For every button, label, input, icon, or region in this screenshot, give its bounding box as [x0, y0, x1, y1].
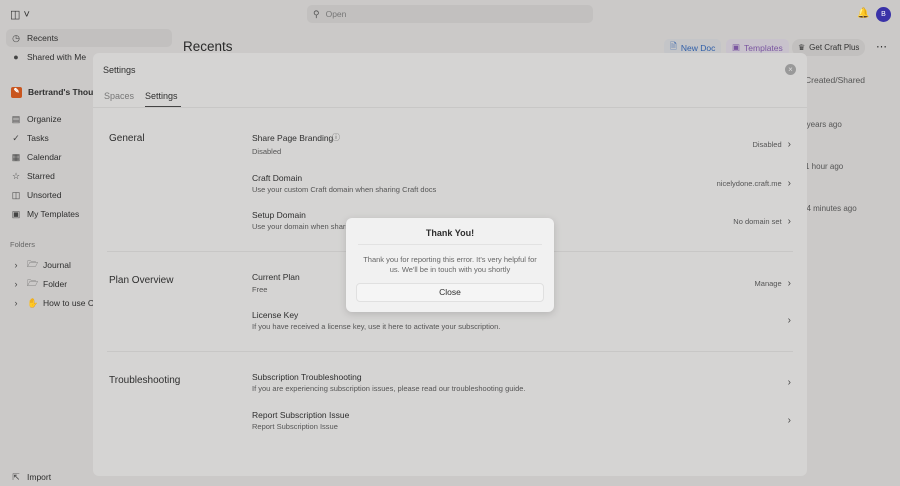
label: Shared with Me: [27, 52, 87, 62]
templates-icon: ▣: [732, 42, 741, 52]
label: Calendar: [27, 152, 62, 162]
check-circle-icon: ✓: [12, 132, 20, 143]
close-icon[interactable]: ×: [785, 64, 796, 75]
chevron-right-icon: ›: [787, 216, 791, 227]
folder-icon: 🗁: [27, 278, 39, 288]
row-title: Share Page Branding: [252, 133, 334, 143]
label: Folder: [43, 279, 68, 289]
row-value[interactable]: nicelydone.craft.me ›: [717, 178, 791, 189]
list-item-time: 34 minutes ago: [802, 204, 857, 213]
dialog-message: Thank you for reporting this error. It's…: [363, 255, 537, 274]
chevron-right-icon: ›: [787, 278, 791, 289]
sidebar-item-recents[interactable]: ◷ Recents: [6, 29, 172, 47]
value: Disabled: [752, 140, 782, 149]
crown-icon: ♛: [798, 43, 806, 52]
folder-icon: 🗁: [27, 259, 39, 269]
import-icon: ⇱: [12, 471, 20, 482]
close-button[interactable]: Close: [356, 283, 544, 302]
manage-button[interactable]: Manage ›: [755, 278, 791, 289]
row-subtitle: Use your custom Craft domain when sharin…: [252, 185, 437, 194]
chevron-right-icon: ›: [787, 415, 791, 426]
search-bar[interactable]: ⚲ Open: [307, 5, 593, 23]
clock-icon: ◷: [12, 32, 20, 43]
chevron-right-icon: ›: [14, 279, 18, 289]
dialog-title: Thank You!: [425, 228, 475, 238]
divider: [358, 244, 542, 245]
label: Starred: [27, 171, 55, 181]
row-subtitle: Disabled: [252, 147, 282, 156]
label: Recents: [27, 33, 59, 43]
tab-settings[interactable]: Settings: [145, 91, 181, 107]
section-general: General: [109, 133, 145, 144]
chevron-right-icon: ›: [787, 377, 791, 388]
notification-bell-icon[interactable]: 🔔: [857, 8, 869, 19]
tab-spaces[interactable]: Spaces: [104, 91, 134, 101]
calendar-icon: ▦: [11, 151, 21, 162]
thank-you-dialog: Thank You! Thank you for reporting this …: [346, 218, 554, 312]
chevron-right-icon: ›: [787, 139, 791, 150]
divider: [107, 351, 793, 352]
row-title: Setup Domain: [252, 210, 306, 220]
label: New Doc: [680, 42, 716, 53]
star-icon: ☆: [11, 170, 21, 181]
label: Import: [27, 472, 52, 482]
label: Get Craft Plus: [809, 43, 860, 52]
chevron-right-icon: ›: [14, 298, 18, 308]
label: Journal: [43, 260, 71, 270]
row-chevron[interactable]: ›: [788, 415, 791, 426]
chevron-right-icon: ›: [787, 178, 791, 189]
row-title: Subscription Troubleshooting: [252, 372, 362, 382]
row-subtitle: If you are experiencing subscription iss…: [252, 384, 526, 393]
template-icon: ▣: [11, 208, 21, 219]
row-subtitle: Report Subscription Issue: [252, 422, 338, 431]
section-plan-overview: Plan Overview: [109, 275, 174, 286]
row-title: Craft Domain: [252, 173, 303, 183]
row-chevron[interactable]: ›: [788, 377, 791, 388]
list-item-time: 1 hour ago: [805, 162, 844, 171]
value: Manage: [754, 279, 782, 288]
label: Tasks: [27, 133, 49, 143]
label: Templates: [744, 42, 783, 53]
search-icon: ⚲: [313, 8, 320, 19]
row-title: License Key: [252, 310, 299, 320]
row-subtitle: If you have received a license key, use …: [252, 322, 501, 331]
help-icon[interactable]: ⓘ: [332, 132, 340, 143]
label: Organize: [27, 114, 62, 124]
section-troubleshooting: Troubleshooting: [109, 375, 181, 386]
space-logo-icon: ✎: [11, 86, 22, 98]
chevron-right-icon: ›: [14, 260, 18, 270]
row-chevron[interactable]: ›: [788, 315, 791, 326]
more-options-icon[interactable]: ⋯: [876, 40, 887, 53]
row-title: Current Plan: [252, 272, 300, 282]
page-title: Recents: [183, 39, 233, 54]
organize-icon: ▤: [11, 113, 21, 124]
row-title: Report Subscription Issue: [252, 410, 350, 420]
value: nicelydone.craft.me: [716, 179, 782, 188]
share-icon: ●: [13, 52, 19, 62]
avatar[interactable]: B: [876, 7, 891, 22]
value: No domain set: [733, 217, 782, 226]
row-value[interactable]: Disabled ›: [752, 139, 791, 150]
label: Unsorted: [27, 190, 62, 200]
folders-heading: Folders: [10, 240, 36, 249]
inbox-icon: ◫: [11, 189, 21, 200]
divider: [93, 107, 807, 108]
sidebar-toggle-button[interactable]: ◫ ˅: [10, 8, 30, 21]
modal-title: Settings: [103, 65, 136, 75]
wave-emoji-icon: ✋: [27, 297, 39, 308]
column-created-shared[interactable]: Created/Shared: [805, 75, 865, 85]
row-value[interactable]: No domain set ›: [733, 216, 791, 227]
search-placeholder: Open: [325, 9, 347, 19]
row-subtitle: Free: [252, 285, 268, 294]
label: My Templates: [27, 209, 80, 219]
chevron-right-icon: ›: [787, 315, 791, 326]
